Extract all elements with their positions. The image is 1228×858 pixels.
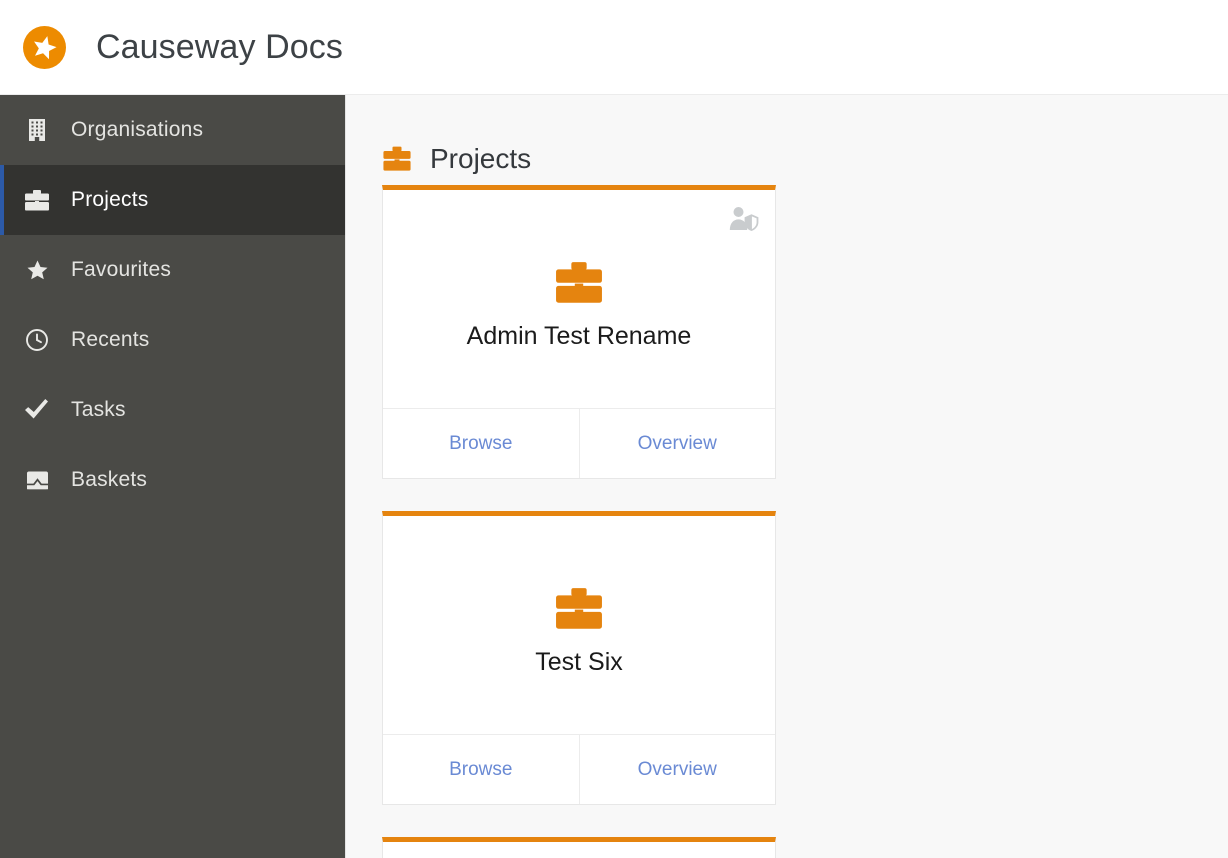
briefcase-icon [382, 144, 412, 174]
app-title: Causeway Docs [96, 28, 343, 66]
project-name: Admin Test Rename [466, 322, 692, 350]
project-card[interactable]: Admin Test Rename Browse Overview [382, 185, 776, 479]
project-card-body: Test Six [383, 516, 775, 734]
app-header: Causeway Docs [0, 0, 1228, 95]
sidebar-item-projects[interactable]: Projects [0, 165, 345, 235]
sidebar-item-organisations[interactable]: Organisations [0, 95, 345, 165]
star-icon [24, 257, 50, 283]
building-icon [24, 117, 50, 143]
project-card-footer: Browse Overview [383, 408, 775, 478]
project-card-cell: Notification Test Browse Overview [382, 837, 812, 858]
sidebar-item-tasks[interactable]: Tasks [0, 375, 345, 445]
clock-icon [24, 327, 50, 353]
briefcase-icon [554, 587, 604, 631]
browse-button[interactable]: Browse [383, 735, 579, 804]
project-card-body: Admin Test Rename [383, 190, 775, 408]
project-card[interactable]: Notification Test Browse Overview [382, 837, 776, 858]
sidebar-item-recents[interactable]: Recents [0, 305, 345, 375]
project-card-body: Notification Test [383, 842, 775, 858]
sidebar: Organisations Projects Favourites Recent… [0, 95, 345, 858]
project-card-cell: Admin Test Rename Browse Overview [382, 185, 812, 511]
inbox-icon [24, 467, 50, 493]
app-root: Causeway Docs Organisations Projects Fav… [0, 0, 1228, 858]
browse-button[interactable]: Browse [383, 409, 579, 478]
sidebar-item-label: Tasks [71, 398, 126, 421]
sidebar-item-label: Projects [71, 188, 149, 211]
check-icon [24, 397, 50, 423]
sidebar-item-baskets[interactable]: Baskets [0, 445, 345, 515]
sidebar-item-label: Baskets [71, 468, 148, 491]
overview-button[interactable]: Overview [578, 409, 775, 478]
main-content: Projects Admin Test Rename Browse Overvi… [345, 95, 1228, 858]
sidebar-item-favourites[interactable]: Favourites [0, 235, 345, 305]
project-card-grid: Admin Test Rename Browse Overview Test S… [346, 185, 1228, 858]
project-card-cell: Test Six Browse Overview [382, 511, 812, 837]
body-container: Organisations Projects Favourites Recent… [0, 95, 1228, 858]
star-badge-icon[interactable] [23, 25, 66, 69]
project-card[interactable]: Test Six Browse Overview [382, 511, 776, 805]
user-shield-icon [729, 206, 759, 232]
sidebar-item-label: Recents [71, 328, 150, 351]
page-title: Projects [430, 142, 532, 174]
sidebar-item-label: Organisations [71, 118, 204, 141]
overview-button[interactable]: Overview [578, 735, 775, 804]
project-name: Test Six [535, 648, 623, 676]
page-header: Projects [346, 95, 1228, 185]
briefcase-icon [554, 261, 604, 305]
sidebar-item-label: Favourites [71, 258, 172, 281]
briefcase-icon [24, 187, 50, 213]
project-card-footer: Browse Overview [383, 734, 775, 804]
